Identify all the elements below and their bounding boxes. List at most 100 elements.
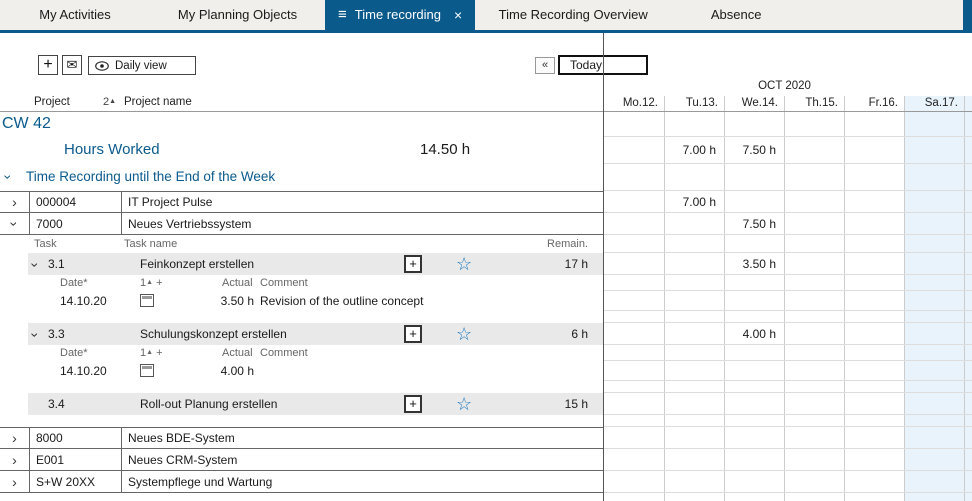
task-id[interactable]: 3.4 bbox=[48, 393, 65, 415]
column-header-actual: Actual bbox=[222, 347, 253, 359]
project-name[interactable]: IT Project Pulse bbox=[122, 192, 604, 212]
hours-worked-row: Hours Worked 14.50 h 7.00 h 7.50 h bbox=[0, 137, 972, 164]
actual-hours[interactable]: 3.50 h bbox=[170, 291, 254, 311]
collapse-icon[interactable]: › bbox=[0, 213, 30, 234]
add-booking-button[interactable]: + bbox=[404, 395, 422, 413]
day-header-we[interactable]: We.14. bbox=[724, 94, 784, 111]
day-header-sa[interactable]: Sa.17. bbox=[904, 94, 964, 111]
day-header-tu[interactable]: Tu.13. bbox=[664, 94, 724, 111]
column-header-remain: Remain. bbox=[547, 238, 588, 250]
project-name[interactable]: Systempflege und Wartung bbox=[122, 471, 604, 492]
column-header-project[interactable]: Project bbox=[34, 96, 70, 108]
task-id[interactable]: 3.3 bbox=[48, 323, 65, 345]
date-sort-add[interactable]: 1▲ + bbox=[140, 277, 163, 289]
day-value-cell[interactable]: 3.50 h bbox=[724, 253, 784, 274]
column-header-task: Task bbox=[34, 238, 57, 250]
task-row-band bbox=[28, 253, 604, 275]
spacer-row bbox=[0, 381, 972, 393]
calendar-week-label: CW 42 bbox=[2, 115, 51, 133]
project-row: › S+W 20XX Systempflege und Wartung bbox=[0, 471, 972, 493]
day-value-cell[interactable]: 7.50 h bbox=[724, 213, 784, 234]
task-id[interactable]: 3.1 bbox=[48, 253, 65, 275]
project-name[interactable]: Neues BDE-System bbox=[122, 428, 604, 448]
previous-week-button[interactable]: « bbox=[535, 57, 555, 74]
project-row: › 8000 Neues BDE-System bbox=[0, 427, 972, 449]
task-collapse-icon[interactable]: › bbox=[33, 257, 38, 275]
project-row: › E001 Neues CRM-System bbox=[0, 449, 972, 471]
project-name[interactable]: Neues CRM-System bbox=[122, 449, 604, 470]
task-row: › 3.3 Schulungskonzept erstellen + ☆ 6 h… bbox=[0, 323, 972, 345]
task-row: 3.4 Roll-out Planung erstellen + ☆ 15 h bbox=[0, 393, 972, 415]
project-name[interactable]: Neues Vertriebssystem bbox=[122, 213, 604, 234]
tab-bar: My Activities My Planning Objects ≡ Time… bbox=[0, 0, 972, 33]
favorite-star-icon[interactable]: ☆ bbox=[456, 253, 472, 275]
project-id[interactable]: 7000 bbox=[30, 213, 122, 234]
day-header-fr[interactable]: Fr.16. bbox=[844, 94, 904, 111]
day-value-cell[interactable]: 7.00 h bbox=[664, 191, 724, 212]
eye-icon bbox=[95, 61, 109, 71]
tab-time-recording-overview[interactable]: Time Recording Overview bbox=[475, 0, 671, 30]
expand-icon[interactable]: › bbox=[0, 192, 30, 212]
remaining-hours: 6 h bbox=[571, 323, 588, 345]
column-header-project-name[interactable]: Project name bbox=[124, 96, 192, 108]
tab-absence[interactable]: Absence bbox=[671, 0, 801, 30]
tab-close-icon[interactable]: × bbox=[454, 0, 462, 30]
pane-splitter[interactable] bbox=[603, 33, 604, 501]
section-title[interactable]: Time Recording until the End of the Week bbox=[26, 169, 275, 184]
remaining-hours: 17 h bbox=[565, 253, 588, 275]
task-name[interactable]: Feinkonzept erstellen bbox=[140, 253, 254, 275]
favorite-star-icon[interactable]: ☆ bbox=[456, 393, 472, 415]
project-id[interactable]: 8000 bbox=[30, 428, 122, 448]
sort-arrow-icon: ▲ bbox=[146, 279, 153, 286]
booking-date[interactable]: 14.10.20 bbox=[60, 291, 107, 311]
day-header-row: Mo.12. Tu.13. We.14. Th.15. Fr.16. Sa.17… bbox=[604, 94, 964, 111]
tab-time-recording[interactable]: ≡ Time recording × bbox=[325, 0, 475, 30]
tab-menu-icon[interactable]: ≡ bbox=[338, 0, 347, 30]
section-collapse-icon[interactable]: › bbox=[6, 169, 11, 187]
project-id[interactable]: 000004 bbox=[30, 192, 122, 212]
sort-arrow-icon: ▲ bbox=[109, 98, 116, 105]
add-booking-button[interactable]: + bbox=[404, 325, 422, 343]
remaining-hours: 15 h bbox=[565, 393, 588, 415]
hours-worked-total: 14.50 h bbox=[420, 141, 470, 158]
project-id[interactable]: S+W 20XX bbox=[30, 471, 122, 492]
calendar-week-row: CW 42 bbox=[0, 112, 972, 137]
header-block: + ✉ Daily view « Today Project 2▲ Projec… bbox=[0, 33, 972, 112]
add-button[interactable]: + bbox=[38, 55, 58, 75]
date-sort-add[interactable]: 1▲ + bbox=[140, 347, 163, 359]
actual-hours[interactable]: 4.00 h bbox=[170, 361, 254, 381]
sort-indicator[interactable]: 2▲ bbox=[103, 96, 116, 108]
task-name[interactable]: Roll-out Planung erstellen bbox=[140, 393, 277, 415]
mail-button[interactable]: ✉ bbox=[62, 55, 82, 75]
view-select[interactable]: Daily view bbox=[88, 56, 196, 75]
add-row-icon[interactable]: + bbox=[156, 347, 162, 359]
column-header-comment: Comment bbox=[260, 347, 308, 359]
calendar-icon[interactable] bbox=[140, 364, 154, 377]
day-header-th[interactable]: Th.15. bbox=[784, 94, 844, 111]
task-name[interactable]: Schulungskonzept erstellen bbox=[140, 323, 287, 345]
bottom-filler bbox=[0, 493, 972, 501]
expand-icon[interactable]: › bbox=[0, 449, 30, 470]
hours-worked-label: Hours Worked bbox=[64, 141, 160, 158]
task-collapse-icon[interactable]: › bbox=[33, 327, 38, 345]
booking-entry-row: 14.10.20 4.00 h bbox=[0, 361, 972, 381]
date-header-row: Date* 1▲ + Actual Comment bbox=[0, 275, 972, 291]
column-header-actual: Actual bbox=[222, 277, 253, 289]
booking-comment[interactable]: Revision of the outline concept bbox=[260, 291, 423, 311]
hours-worked-tuesday: 7.00 h bbox=[664, 137, 724, 163]
tab-my-planning-objects[interactable]: My Planning Objects bbox=[150, 0, 325, 30]
tab-my-activities[interactable]: My Activities bbox=[0, 0, 150, 30]
add-booking-button[interactable]: + bbox=[404, 255, 422, 273]
column-header-comment: Comment bbox=[260, 277, 308, 289]
view-select-label: Daily view bbox=[115, 60, 167, 72]
booking-date[interactable]: 14.10.20 bbox=[60, 361, 107, 381]
expand-icon[interactable]: › bbox=[0, 428, 30, 448]
expand-icon[interactable]: › bbox=[0, 471, 30, 492]
task-row-band bbox=[28, 393, 604, 415]
calendar-icon[interactable] bbox=[140, 294, 154, 307]
project-id[interactable]: E001 bbox=[30, 449, 122, 470]
day-header-mo[interactable]: Mo.12. bbox=[604, 94, 664, 111]
favorite-star-icon[interactable]: ☆ bbox=[456, 323, 472, 345]
day-value-cell[interactable]: 4.00 h bbox=[724, 323, 784, 344]
add-row-icon[interactable]: + bbox=[156, 277, 162, 289]
